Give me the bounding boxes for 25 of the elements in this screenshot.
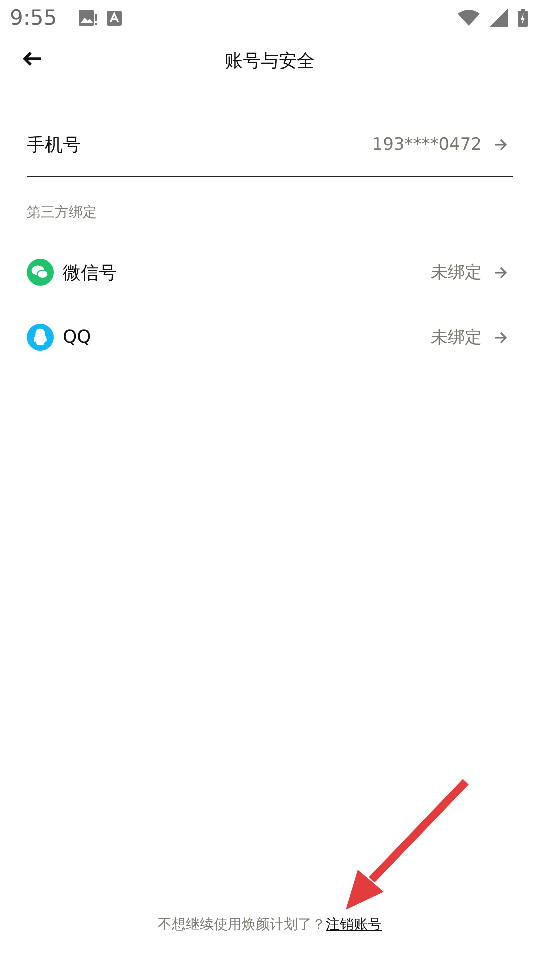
binding-row[interactable]: QQ 未绑定 [0,305,540,370]
status-time: 9:55 [10,6,58,30]
chat-bubbles-icon [27,259,54,286]
footer-text: 不想继续使用焕颜计划了？ [158,916,326,934]
binding-status: 未绑定 [431,262,482,284]
page-title: 账号与安全 [225,50,315,73]
section-heading: 第三方绑定 [26,204,98,223]
delete-account-link[interactable]: 注销账号 [326,916,382,934]
phone-number: 193****0472 [372,134,482,154]
penguin-icon [27,324,54,351]
arrow-right-icon [494,332,508,344]
row-label: 微信号 [63,262,117,284]
arrow-right-icon [494,138,508,150]
image-notification-icon [79,10,98,26]
wifi-icon [458,10,480,26]
battery-charging-icon [518,9,528,27]
row-label: 手机号 [27,134,81,156]
binding-row[interactable]: 微信号 未绑定 [0,240,540,305]
back-button[interactable] [22,51,42,67]
row-label: QQ [63,327,92,348]
phone-row[interactable]: 手机号 193****0472 [0,86,540,176]
arrow-right-icon [494,266,508,278]
signal-icon [490,9,508,27]
binding-status: 未绑定 [431,327,482,349]
keyboard-notification-icon [107,10,122,26]
